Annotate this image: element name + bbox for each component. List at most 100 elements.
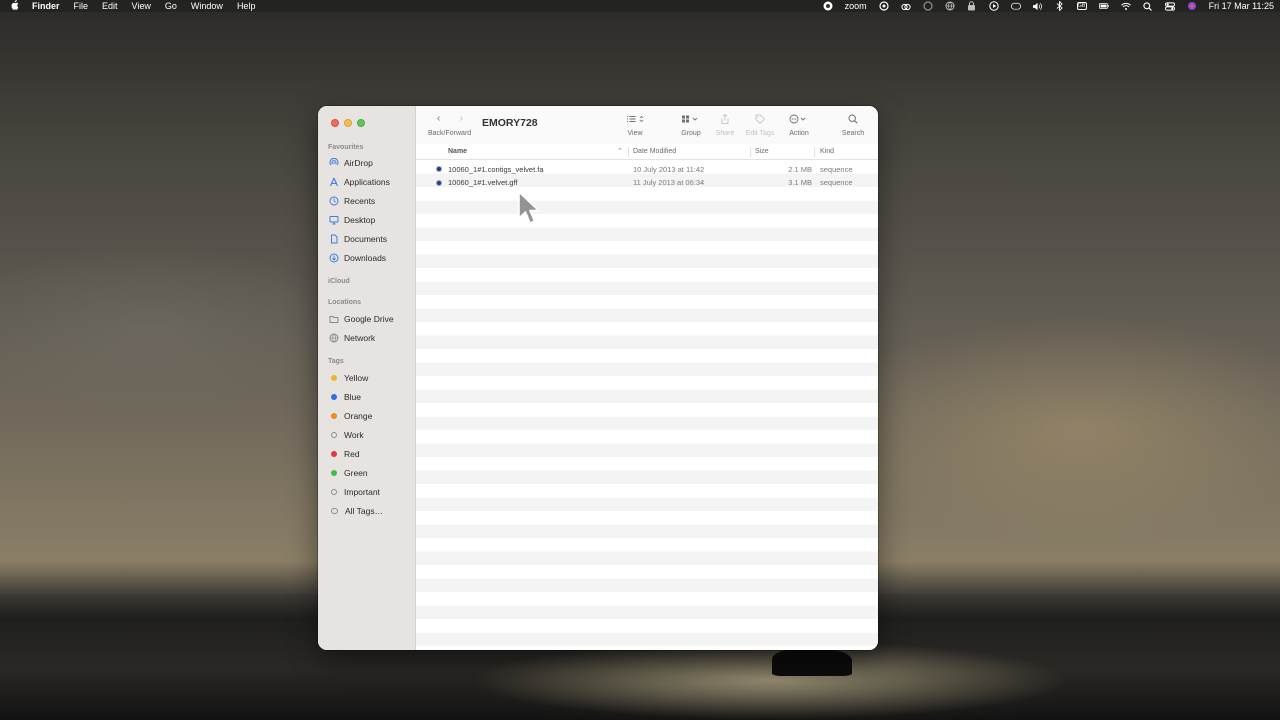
tag-dot-icon bbox=[331, 375, 337, 381]
file-row[interactable]: 10060_1#1.contigs_velvet.fa 10 July 2013… bbox=[416, 162, 878, 176]
sidebar-section-locations: Locations bbox=[328, 299, 362, 306]
battery-icon[interactable] bbox=[1098, 2, 1109, 11]
sidebar-item-label: Recents bbox=[344, 196, 376, 206]
window-controls bbox=[331, 119, 370, 127]
sidebar-tag-orange[interactable]: Orange bbox=[329, 409, 372, 423]
sidebar-section-icloud[interactable]: iCloud bbox=[328, 278, 350, 285]
finder-window: Favourites AirDrop Applications Recents … bbox=[318, 106, 878, 650]
maximize-window-button[interactable] bbox=[357, 119, 365, 127]
bluetooth-icon[interactable] bbox=[1055, 1, 1065, 11]
sidebar-item-airdrop[interactable]: AirDrop bbox=[329, 156, 373, 170]
edit-tags-label: Edit Tags bbox=[745, 130, 775, 137]
desktop-icon bbox=[329, 215, 339, 225]
column-separator bbox=[814, 147, 815, 157]
forward-arrow-icon[interactable]: › bbox=[460, 114, 463, 124]
sort-chevron-icon[interactable]: ⌃ bbox=[617, 147, 623, 155]
file-name: 10060_1#1.velvet.gff bbox=[448, 178, 518, 187]
menu-window[interactable]: Window bbox=[191, 1, 223, 11]
menu-bar-clock[interactable]: Fri 17 Mar 11:25 bbox=[1209, 1, 1274, 11]
column-size[interactable]: Size bbox=[755, 148, 769, 155]
column-kind[interactable]: Kind bbox=[820, 148, 834, 155]
folder-icon bbox=[329, 314, 339, 324]
sidebar-item-label: Downloads bbox=[344, 253, 387, 263]
wifi-icon[interactable] bbox=[1120, 2, 1131, 11]
document-icon bbox=[329, 234, 339, 244]
sidebar-tag-work[interactable]: Work bbox=[329, 428, 364, 442]
spotlight-icon[interactable] bbox=[1143, 1, 1153, 11]
back-arrow-icon[interactable]: ‹ bbox=[437, 114, 440, 124]
volume-icon[interactable] bbox=[1032, 2, 1043, 11]
record-icon[interactable] bbox=[823, 1, 833, 11]
tag-dot-icon bbox=[331, 413, 337, 419]
share-button[interactable]: Share bbox=[712, 114, 738, 137]
file-size: 3.1 MB bbox=[788, 178, 812, 187]
menu-view[interactable]: View bbox=[132, 1, 151, 11]
sidebar-tag-green[interactable]: Green bbox=[329, 466, 368, 480]
sidebar-tag-important[interactable]: Important bbox=[329, 485, 380, 499]
globe-icon bbox=[329, 333, 339, 343]
sidebar-item-label: Green bbox=[344, 468, 368, 478]
sidebar-tag-blue[interactable]: Blue bbox=[329, 390, 361, 404]
file-date: 10 July 2013 at 11:42 bbox=[633, 164, 705, 174]
sidebar-item-label: All Tags… bbox=[345, 506, 384, 516]
sidebar-item-desktop[interactable]: Desktop bbox=[329, 213, 375, 227]
sidebar-all-tags[interactable]: All Tags… bbox=[329, 504, 383, 518]
sidebar-item-applications[interactable]: Applications bbox=[329, 175, 390, 189]
tag-icon bbox=[742, 114, 778, 124]
lock-icon[interactable] bbox=[967, 1, 977, 11]
input-source-icon[interactable]: GB bbox=[1076, 2, 1087, 11]
camera-icon[interactable] bbox=[1010, 2, 1021, 11]
zoom-status-label[interactable]: zoom bbox=[845, 1, 867, 11]
group-button[interactable]: Group bbox=[676, 114, 706, 137]
tag-dot-icon bbox=[331, 489, 337, 495]
globe-status-icon[interactable] bbox=[945, 1, 955, 11]
sidebar-item-network[interactable]: Network bbox=[329, 331, 375, 345]
mouse-pointer-icon bbox=[518, 191, 540, 224]
view-button[interactable]: View bbox=[622, 114, 648, 137]
action-label: Action bbox=[789, 130, 809, 137]
sidebar-tag-yellow[interactable]: Yellow bbox=[329, 371, 368, 385]
column-separator bbox=[750, 147, 751, 157]
search-label: Search bbox=[841, 130, 865, 137]
sync-icon[interactable] bbox=[923, 1, 933, 11]
sidebar-item-label: Important bbox=[344, 487, 380, 497]
minimize-window-button[interactable] bbox=[344, 119, 352, 127]
group-icon bbox=[676, 114, 706, 124]
sidebar-item-recents[interactable]: Recents bbox=[329, 194, 375, 208]
file-list: 10060_1#1.contigs_velvet.fa 10 July 2013… bbox=[416, 160, 878, 650]
share-icon bbox=[712, 114, 738, 124]
sidebar-item-label: Applications bbox=[344, 177, 390, 187]
action-button[interactable]: Action bbox=[784, 114, 814, 137]
sidebar-item-downloads[interactable]: Downloads bbox=[329, 251, 386, 265]
menu-file[interactable]: File bbox=[74, 1, 89, 11]
search-button[interactable]: Search bbox=[838, 114, 868, 137]
apple-icon[interactable] bbox=[8, 0, 20, 12]
menu-finder[interactable]: Finder bbox=[32, 1, 60, 11]
edit-tags-button[interactable]: Edit Tags bbox=[742, 114, 778, 137]
siri-icon[interactable] bbox=[1187, 2, 1197, 11]
sidebar-tag-red[interactable]: Red bbox=[329, 447, 360, 461]
back-forward-control[interactable]: ‹ › Back/Forward bbox=[428, 114, 472, 138]
sidebar-item-documents[interactable]: Documents bbox=[329, 232, 387, 246]
creative-cloud-icon[interactable] bbox=[901, 2, 911, 11]
sidebar: Favourites AirDrop Applications Recents … bbox=[318, 106, 416, 650]
airdrop-icon bbox=[329, 158, 339, 168]
chatgpt-icon[interactable] bbox=[879, 1, 889, 11]
sidebar-item-label: AirDrop bbox=[344, 158, 373, 168]
column-name[interactable]: Name bbox=[448, 148, 467, 155]
sidebar-item-label: Yellow bbox=[344, 373, 369, 383]
column-date-modified[interactable]: Date Modified bbox=[633, 148, 676, 155]
control-center-icon[interactable] bbox=[1164, 1, 1175, 11]
column-separator bbox=[628, 147, 629, 157]
play-circle-icon[interactable] bbox=[988, 1, 999, 11]
menu-help[interactable]: Help bbox=[237, 1, 256, 11]
menu-go[interactable]: Go bbox=[165, 1, 177, 11]
sidebar-item-google-drive[interactable]: Google Drive bbox=[329, 312, 394, 326]
sidebar-item-label: Google Drive bbox=[344, 314, 394, 324]
close-window-button[interactable] bbox=[331, 119, 339, 127]
sidebar-item-label: Orange bbox=[344, 411, 373, 421]
download-icon bbox=[329, 253, 339, 263]
share-label: Share bbox=[715, 130, 735, 137]
menu-edit[interactable]: Edit bbox=[102, 1, 118, 11]
file-row[interactable]: 10060_1#1.velvet.gff 11 July 2013 at 06:… bbox=[416, 176, 878, 190]
